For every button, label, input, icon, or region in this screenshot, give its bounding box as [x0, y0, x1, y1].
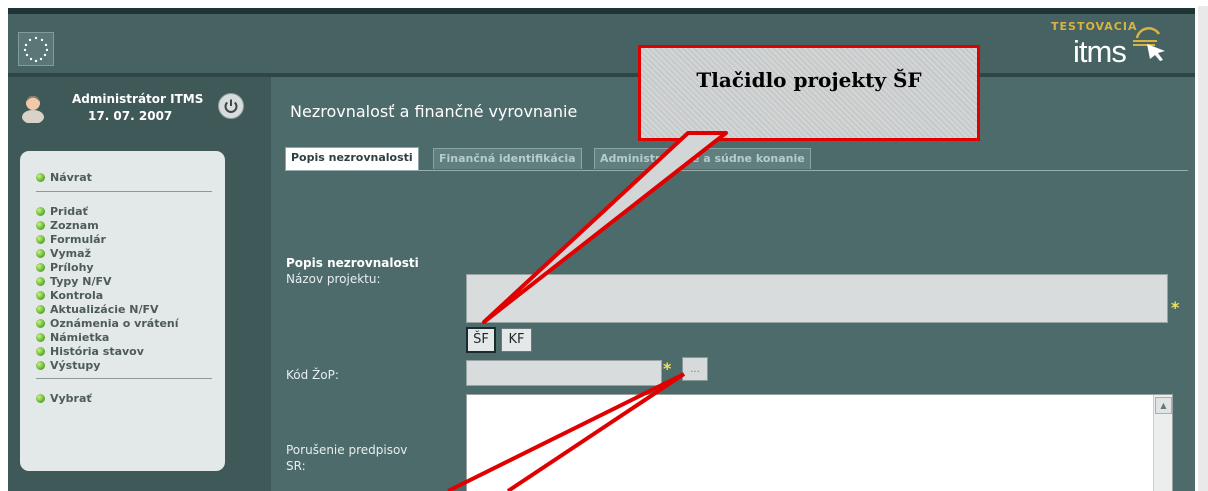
- tab-financna-identifikacia[interactable]: Finančná identifikácia: [433, 148, 582, 169]
- green-bullet-icon: [36, 360, 45, 370]
- sidebar-item-vybrat[interactable]: Vybrať: [36, 391, 92, 405]
- sf-projects-button[interactable]: ŠF: [466, 327, 496, 353]
- callout-text: Tlačidlo projekty ŠF: [696, 68, 922, 92]
- sidebar-item-label: Námietka: [50, 330, 110, 344]
- current-date: 17. 07. 2007: [88, 109, 173, 123]
- sidebar-item-label: Vybrať: [50, 391, 92, 405]
- green-bullet-icon: [36, 304, 45, 314]
- sidebar-item-label: Oznámenia o vrátení: [50, 316, 179, 330]
- green-bullet-icon: [36, 393, 45, 403]
- itms-logo-text: itms: [1073, 34, 1127, 69]
- sidebar-item-label: Prílohy: [50, 260, 94, 274]
- tab-underline: [285, 170, 1188, 171]
- zop-code-field[interactable]: [466, 360, 662, 386]
- sr-violation-label-line1: Porušenie predpisov: [286, 443, 408, 457]
- required-star: *: [1171, 298, 1180, 317]
- scroll-up-arrow-icon[interactable]: ▲: [1155, 397, 1172, 414]
- green-bullet-icon: [36, 220, 45, 230]
- sidebar-item-label: Vymaž: [50, 246, 91, 260]
- euro-arrow-icon: [1133, 27, 1165, 61]
- sidebar-item-formular[interactable]: Formulár: [36, 232, 106, 246]
- required-star: *: [663, 359, 672, 378]
- green-bullet-icon: [36, 276, 45, 286]
- sidebar-item-label: Výstupy: [50, 358, 101, 372]
- application-window: TESTOVACIA itms Administrátor ITMS 17. 0…: [8, 8, 1195, 491]
- green-bullet-icon: [36, 172, 45, 182]
- sidebar-item-zoznam[interactable]: Zoznam: [36, 218, 99, 232]
- sidebar-item-label: Pridať: [50, 204, 88, 218]
- sidebar-item-kontrola[interactable]: Kontrola: [36, 288, 103, 302]
- sidebar-menu: Návrat Pridať Zoznam Formulár Vymaž Príl…: [20, 151, 225, 471]
- green-bullet-icon: [36, 262, 45, 272]
- green-bullet-icon: [36, 290, 45, 300]
- annotation-callout: Tlačidlo projekty ŠF: [638, 45, 980, 141]
- tab-administrativne-konanie[interactable]: Administratívne a súdne konanie: [594, 148, 811, 169]
- sidebar-item-label: Zoznam: [50, 218, 99, 232]
- sidebar-item-aktualizacie[interactable]: Aktualizácie N/FV: [36, 302, 159, 316]
- kf-projects-button[interactable]: KF: [501, 328, 532, 352]
- green-bullet-icon: [36, 346, 45, 356]
- sidebar-item-prilohy[interactable]: Prílohy: [36, 260, 94, 274]
- sidebar-item-vystupy[interactable]: Výstupy: [36, 358, 100, 372]
- menu-divider: [36, 191, 212, 192]
- green-bullet-icon: [36, 206, 45, 216]
- testing-badge: TESTOVACIA: [1051, 20, 1138, 33]
- sr-violation-textarea[interactable]: ▲: [466, 394, 1173, 491]
- project-name-label: Názov projektu:: [286, 272, 381, 286]
- sidebar-item-typy-nfv[interactable]: Typy N/FV: [36, 274, 112, 288]
- sidebar-item-namietka[interactable]: Námietka: [36, 330, 109, 344]
- itms-logo: TESTOVACIA itms: [1039, 20, 1179, 75]
- sidebar-item-label: Typy N/FV: [50, 274, 112, 288]
- zop-lookup-button[interactable]: ...: [682, 357, 708, 381]
- green-bullet-icon: [36, 318, 45, 328]
- menu-divider: [36, 378, 212, 379]
- logout-power-icon[interactable]: [218, 93, 244, 119]
- sr-violation-label-line2: SR:: [286, 459, 306, 473]
- project-name-field[interactable]: [466, 274, 1168, 323]
- page-title: Nezrovnalosť a finančné vyrovnanie: [290, 102, 578, 121]
- tab-popis-nezrovnalosti[interactable]: Popis nezrovnalosti: [285, 147, 419, 170]
- user-name: Administrátor ITMS: [72, 92, 204, 106]
- sidebar-item-label: Kontrola: [50, 288, 104, 302]
- sidebar-item-label: Aktualizácie N/FV: [50, 302, 159, 316]
- green-bullet-icon: [36, 234, 45, 244]
- zop-code-label: Kód ŽoP:: [286, 368, 339, 382]
- sidebar-item-label: Formulár: [50, 232, 106, 246]
- green-bullet-icon: [36, 248, 45, 258]
- sidebar-item-navrat[interactable]: Návrat: [36, 170, 92, 184]
- sidebar-item-vymaz[interactable]: Vymaž: [36, 246, 91, 260]
- header-bar: TESTOVACIA itms: [8, 14, 1195, 77]
- textarea-scrollbar[interactable]: ▲: [1153, 395, 1172, 491]
- sidebar-item-label: Návrat: [50, 170, 92, 184]
- user-avatar-icon: [20, 93, 46, 124]
- window-edge: [1198, 6, 1208, 491]
- sidebar-item-oznamenia[interactable]: Oznámenia o vrátení: [36, 316, 179, 330]
- eu-stars-logo: [18, 32, 54, 66]
- section-title: Popis nezrovnalosti: [286, 256, 419, 270]
- sidebar-item-historia[interactable]: História stavov: [36, 344, 144, 358]
- sidebar-item-pridat[interactable]: Pridať: [36, 204, 88, 218]
- green-bullet-icon: [36, 332, 45, 342]
- sidebar-item-label: História stavov: [50, 344, 144, 358]
